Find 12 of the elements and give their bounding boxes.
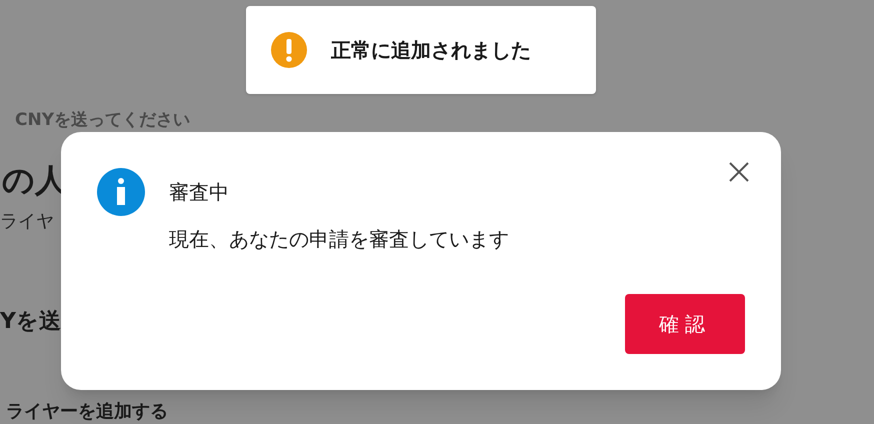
warning-icon — [271, 32, 307, 68]
page-subtitle: CNYを送ってください — [15, 109, 190, 132]
dialog-message: 現在、あなたの申請を審査しています — [169, 227, 510, 251]
close-icon — [729, 162, 749, 182]
info-icon — [97, 168, 145, 216]
close-button[interactable] — [727, 160, 751, 184]
page-text: ライヤ — [0, 210, 54, 234]
toast-message: 正常に追加されました — [331, 37, 531, 64]
dialog-title: 審査中 — [169, 180, 230, 204]
section-heading: Yを送 — [0, 308, 61, 336]
confirm-button[interactable]: 確認 — [625, 294, 745, 354]
section-heading: ライヤーを追加する — [6, 400, 168, 424]
